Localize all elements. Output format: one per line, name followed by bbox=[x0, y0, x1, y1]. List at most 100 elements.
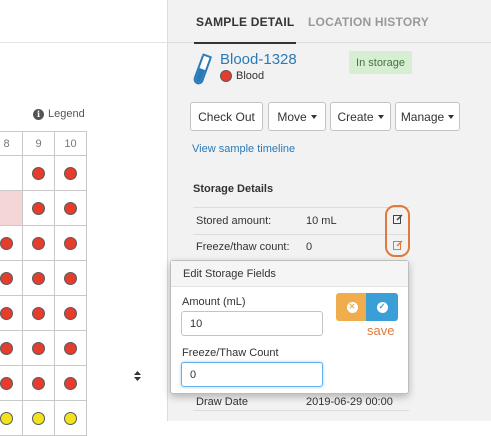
move-label: Move bbox=[277, 109, 307, 124]
chevron-down-icon bbox=[377, 114, 384, 119]
grid-column-header: 8 bbox=[0, 131, 23, 156]
grid-cell[interactable] bbox=[22, 330, 55, 366]
storage-details-title: Storage Details bbox=[193, 183, 274, 195]
manage-button[interactable]: Manage bbox=[395, 102, 460, 131]
tab-sample-detail[interactable]: SAMPLE DETAIL bbox=[193, 15, 297, 44]
legend-label: Legend bbox=[48, 108, 85, 120]
sample-name: Blood-1328 bbox=[220, 51, 297, 68]
row-divider bbox=[193, 410, 409, 411]
checkmark-icon: ✓ bbox=[376, 301, 388, 313]
chevron-down-icon bbox=[310, 114, 317, 119]
sample-well-icon[interactable] bbox=[32, 272, 45, 286]
popup-header: Edit Storage Fields bbox=[171, 261, 408, 287]
grid-cell[interactable] bbox=[22, 190, 55, 226]
grid-cell[interactable] bbox=[22, 365, 55, 401]
grid-cell[interactable] bbox=[54, 190, 87, 226]
sample-well-icon[interactable] bbox=[0, 272, 13, 286]
info-icon: i bbox=[33, 108, 44, 120]
sample-type: Blood bbox=[220, 70, 264, 82]
amount-label: Amount (mL) bbox=[182, 296, 246, 308]
tab-location-history[interactable]: LOCATION HISTORY bbox=[308, 15, 429, 29]
grid-row bbox=[0, 365, 87, 401]
grid-cell[interactable] bbox=[0, 190, 23, 226]
grid-cell[interactable] bbox=[0, 260, 23, 296]
grid-cell[interactable] bbox=[54, 330, 87, 366]
sample-well-icon[interactable] bbox=[0, 237, 13, 251]
grid-cell[interactable] bbox=[22, 400, 55, 436]
sample-well-icon[interactable] bbox=[64, 272, 77, 286]
amount-input[interactable] bbox=[181, 311, 323, 336]
sample-well-icon[interactable] bbox=[64, 412, 77, 426]
sample-well-icon[interactable] bbox=[0, 412, 13, 426]
sample-well-icon[interactable] bbox=[32, 412, 45, 426]
sample-well-icon[interactable] bbox=[32, 202, 45, 216]
grid-cell[interactable] bbox=[0, 400, 23, 436]
stepper-arrows-icon[interactable] bbox=[133, 369, 142, 383]
stored-amount-label: Stored amount: bbox=[196, 215, 272, 227]
grid-cell[interactable] bbox=[54, 260, 87, 296]
freeze-thaw-count-value: 0 bbox=[306, 241, 313, 253]
status-badge: In storage bbox=[349, 51, 412, 74]
freeze-thaw-label: Freeze/Thaw Count bbox=[182, 347, 279, 359]
sample-type-label: Blood bbox=[236, 70, 265, 82]
freeze-thaw-count-label: Freeze/thaw count: bbox=[196, 241, 290, 253]
grid-cell[interactable] bbox=[22, 260, 55, 296]
sample-well-icon[interactable] bbox=[64, 342, 77, 356]
grid-row bbox=[0, 155, 87, 191]
row-divider bbox=[193, 207, 409, 208]
sample-type-dot bbox=[220, 70, 232, 82]
grid-cell[interactable] bbox=[22, 225, 55, 261]
grid-column-header: 10 bbox=[54, 131, 87, 156]
grid-cell[interactable] bbox=[0, 330, 23, 366]
grid-cell[interactable] bbox=[54, 225, 87, 261]
grid-cell[interactable] bbox=[0, 155, 23, 191]
grid-cell[interactable] bbox=[0, 365, 23, 401]
grid-cell[interactable] bbox=[22, 155, 55, 191]
test-tube-icon bbox=[193, 53, 212, 85]
edit-highlight-annotation bbox=[385, 205, 410, 257]
sample-well-icon[interactable] bbox=[32, 377, 45, 391]
manage-label: Manage bbox=[400, 109, 445, 124]
sample-well-icon[interactable] bbox=[64, 377, 77, 391]
create-button[interactable]: Create bbox=[330, 102, 391, 131]
move-button[interactable]: Move bbox=[268, 102, 326, 131]
sample-well-icon[interactable] bbox=[32, 307, 45, 321]
sample-well-icon[interactable] bbox=[64, 167, 77, 181]
sample-well-icon[interactable] bbox=[0, 307, 13, 321]
check-out-button[interactable]: Check Out bbox=[190, 102, 263, 131]
stored-amount-value: 10 mL bbox=[306, 215, 337, 227]
create-label: Create bbox=[337, 109, 374, 124]
grid-cell[interactable] bbox=[0, 295, 23, 331]
close-icon: ✕ bbox=[346, 301, 358, 313]
grid-row bbox=[0, 330, 87, 366]
grid-cell[interactable] bbox=[54, 155, 87, 191]
grid-cell[interactable] bbox=[22, 295, 55, 331]
detail-tabs: SAMPLE DETAIL LOCATION HISTORY bbox=[168, 0, 491, 44]
chevron-down-icon bbox=[448, 114, 455, 119]
grid-cell[interactable] bbox=[54, 400, 87, 436]
sample-well-icon[interactable] bbox=[0, 377, 13, 391]
grid-header-row: 8 9 10 bbox=[0, 131, 87, 156]
grid-header-divider bbox=[0, 42, 167, 43]
draw-date-value: 2019-06-29 00:00 bbox=[306, 396, 393, 408]
save-button[interactable]: ✓ bbox=[366, 293, 398, 321]
sample-well-icon[interactable] bbox=[64, 237, 77, 251]
legend-toggle[interactable]: i Legend bbox=[33, 108, 85, 120]
grid-row bbox=[0, 260, 87, 296]
sample-well-icon[interactable] bbox=[32, 167, 45, 181]
row-divider bbox=[193, 234, 409, 235]
grid-cell[interactable] bbox=[0, 225, 23, 261]
grid-row bbox=[0, 190, 87, 226]
draw-date-label: Draw Date bbox=[196, 396, 248, 408]
view-sample-timeline-link[interactable]: View sample timeline bbox=[192, 143, 295, 155]
sample-well-icon[interactable] bbox=[32, 237, 45, 251]
freeze-thaw-input[interactable] bbox=[181, 362, 323, 387]
grid-cell[interactable] bbox=[54, 365, 87, 401]
sample-well-icon[interactable] bbox=[0, 342, 13, 356]
grid-column-header: 9 bbox=[22, 131, 55, 156]
cancel-button[interactable]: ✕ bbox=[336, 293, 368, 321]
sample-well-icon[interactable] bbox=[64, 307, 77, 321]
sample-well-icon[interactable] bbox=[64, 202, 77, 216]
sample-well-icon[interactable] bbox=[32, 342, 45, 356]
grid-cell[interactable] bbox=[54, 295, 87, 331]
